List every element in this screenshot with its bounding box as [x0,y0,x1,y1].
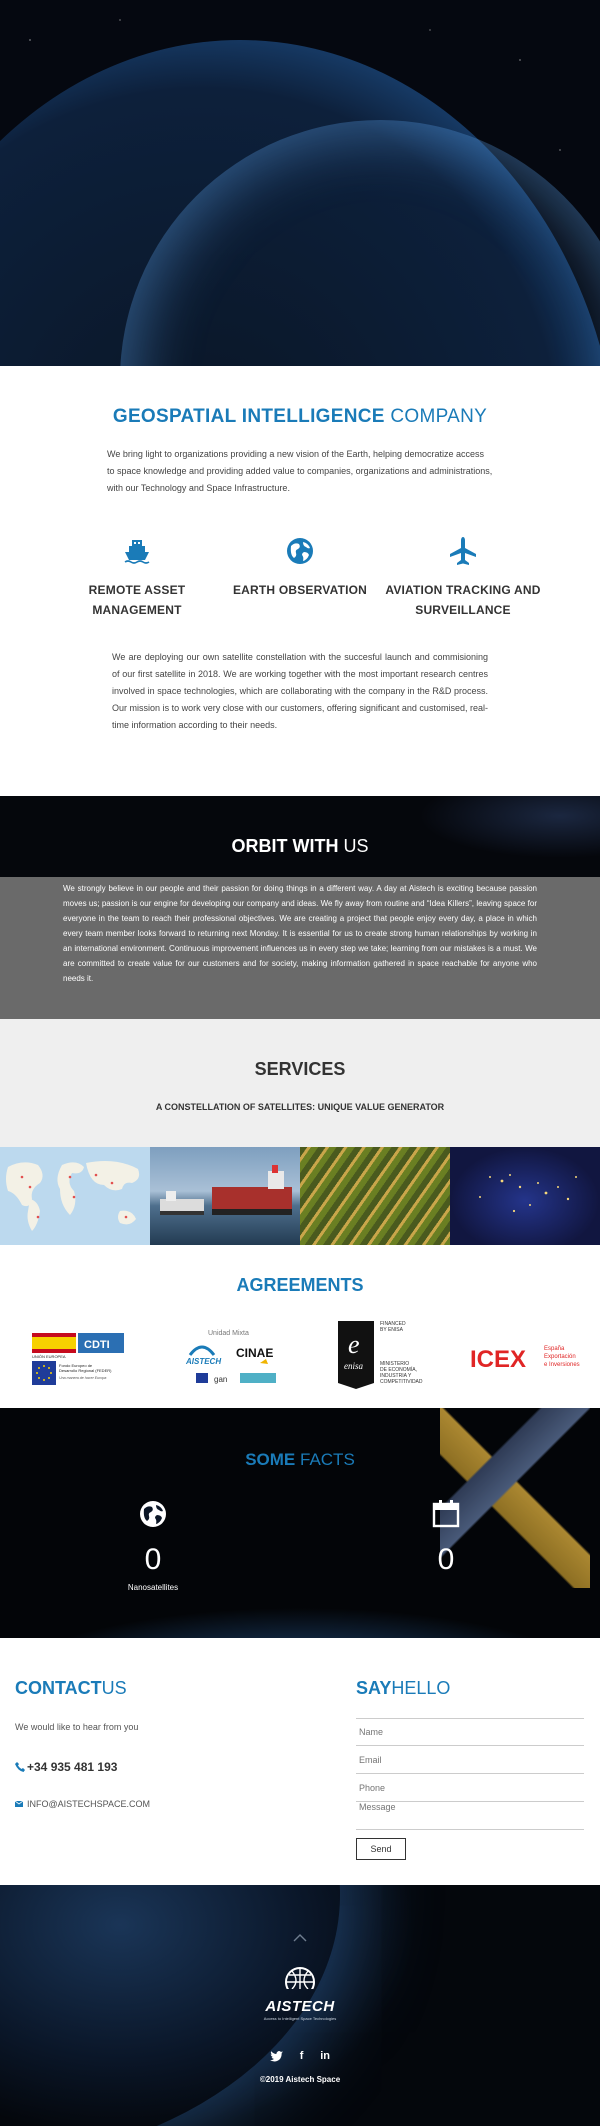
logo-icex: ICEX España Exportación e Inversiones [468,1341,584,1375]
icex-line-2: Exportación [544,1354,576,1360]
phone-number[interactable]: +34 935 481 193 [27,1760,117,1774]
icex-line-3: e Inversiones [544,1362,580,1368]
service-tile-night-earth[interactable] [450,1147,600,1245]
orbit-header: ORBIT WITH US [0,796,600,877]
feature-label: EARTH OBSERVATION [232,583,368,597]
brand-tagline: Access to Intelligent Space Technologies [263,2016,337,2021]
twitter-icon[interactable] [270,2050,283,2062]
services-section: SERVICES A CONSTELLATION OF SATELLITES: … [0,1019,600,1147]
fact-nanosatellites: 0 Nanosatellites [93,1500,213,1592]
eu-text: UNIÓN EUROPEA [32,1354,66,1359]
ministerio-line-2: DE ECONOMÍA, [380,1366,417,1373]
fact-value: 0 [437,1543,455,1576]
social-links: f in [270,2050,330,2062]
globe-icon [140,1501,166,1527]
copyright: ©2019 Aistech Space [259,2075,341,2084]
aistech-logo[interactable]: AISTECH Access to Intelligent Space Tech… [250,1967,350,2021]
contact-email[interactable]: INFO@AISTECHSPACE.COM [15,1799,150,1809]
email-field[interactable] [356,1746,584,1774]
form-title: SAYHELLO [356,1678,451,1698]
contact-subtitle: We would like to hear from you [15,1722,139,1732]
intro-lead: We bring light to organizations providin… [107,449,493,493]
icex-text: ICEX [470,1346,526,1373]
linkedin-icon[interactable]: in [320,2050,330,2062]
intro-section: GEOSPATIAL INTELLIGENCE COMPANY We bring… [0,366,600,796]
facebook-icon[interactable]: f [300,2050,304,2062]
plane-icon [448,536,478,566]
email-address[interactable]: INFO@AISTECHSPACE.COM [27,1799,150,1809]
aistech-globe-icon [285,1967,315,1997]
logo-cdti-eu: CDTI UNIÓN EUROPEA Fondo Europeo de Desa… [32,1331,144,1387]
facts-section: SOME FACTS 0 Nanosatellites 0 [0,1408,600,1638]
service-tile-world-map[interactable] [0,1147,150,1245]
facts-title: SOME FACTS [245,1450,355,1469]
services-title: SERVICES [254,1059,346,1079]
cdti-text: CDTI [84,1339,110,1351]
fact-days: 0 [386,1500,506,1583]
intro-title: GEOSPATIAL INTELLIGENCE COMPANY [112,406,488,427]
contact-title: CONTACTUS [15,1678,127,1698]
intro-body: We are deploying our own satellite const… [112,652,488,730]
message-field[interactable] [356,1798,584,1830]
ship-icon [122,536,152,566]
feature-aviation-tracking: AVIATION TRACKING AND SURVEILLANCE [373,536,553,620]
logo-unidad-mixta: Unidad Mixta AISTECH CINAE gan [180,1327,292,1389]
services-subtitle: A CONSTELLATION OF SATELLITES: UNIQUE VA… [155,1102,445,1112]
aistech-text: AISTECH [185,1357,221,1366]
feature-label: AVIATION TRACKING AND SURVEILLANCE [385,583,541,617]
ministerio-line-4: COMPETITIVIDAD [380,1379,423,1385]
phone-icon [15,1762,25,1772]
enisa-text: enisa [344,1361,363,1371]
fact-value: 0 [144,1543,162,1576]
globe-icon [285,536,315,566]
footer: AISTECH Access to Intelligent Space Tech… [0,1885,600,2126]
services-gallery [0,1147,600,1245]
agreements-section: AGREEMENTS CDTI UNIÓN EUROPEA Fondo Euro… [0,1245,600,1408]
feder-line-3: Una manera de hacer Europa [59,1376,106,1380]
feature-earth-observation: EARTH OBSERVATION [210,536,390,600]
cinae-text: CINAE [236,1346,273,1360]
envelope-icon [15,1801,23,1807]
fact-caption: Nanosatellites [127,1583,179,1592]
orbit-section: We strongly believe in our people and th… [0,877,600,1019]
service-tile-ships[interactable] [150,1147,300,1245]
contact-section: CONTACTUS We would like to hear from you… [0,1638,600,1885]
agreements-title: AGREEMENTS [236,1275,364,1295]
orbit-title: ORBIT WITH US [231,836,369,856]
brand-name: AISTECH [265,1998,335,2015]
icex-line-1: España [544,1346,565,1352]
service-tile-agriculture[interactable] [300,1147,450,1245]
name-field[interactable] [356,1718,584,1746]
send-button[interactable]: Send [356,1838,406,1860]
hero-banner [0,0,600,366]
enisa-e: e [348,1330,360,1359]
contact-phone[interactable]: +34 935 481 193 [15,1760,117,1774]
financed-line-2: BY ENISA [380,1327,404,1333]
feature-remote-asset: REMOTE ASSET MANAGEMENT [47,536,227,620]
unidad-mixta-text: Unidad Mixta [208,1330,249,1337]
feder-line-2: Desarrollo Regional (FEDER) [59,1368,112,1373]
orbit-text: We strongly believe in our people and th… [63,884,537,983]
logo-enisa: e enisa FINANCED BY ENISA MINISTERIO DE … [336,1317,432,1393]
gan-text: gan [214,1375,227,1384]
calendar-icon [432,1500,460,1528]
feature-label: REMOTE ASSET MANAGEMENT [88,583,186,617]
scroll-top-icon[interactable] [292,1930,308,1946]
